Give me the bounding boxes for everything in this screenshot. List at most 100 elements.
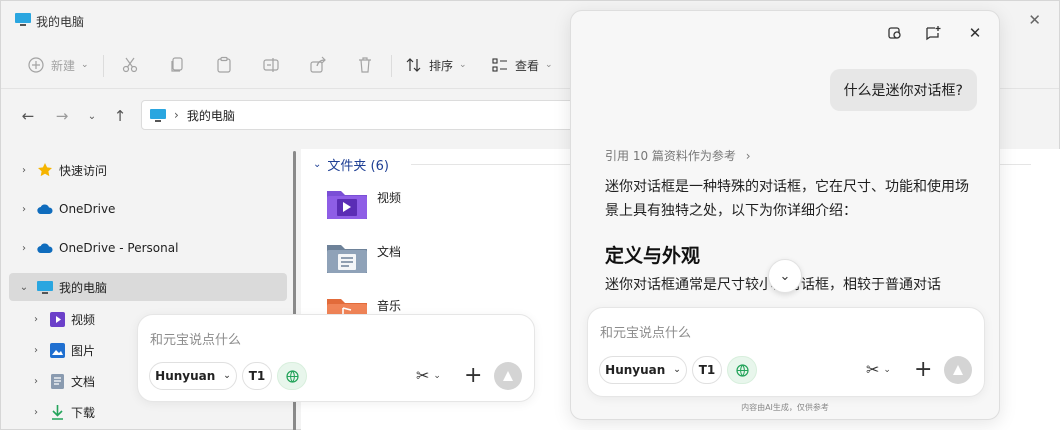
chevron-down-icon: ⌄	[81, 60, 89, 70]
model-selector[interactable]: Hunyuan ⌄	[599, 356, 687, 384]
window-close-icon[interactable]: ✕	[1028, 11, 1041, 29]
web-search-toggle[interactable]	[727, 356, 757, 384]
expand-chevron-icon[interactable]: ›	[17, 165, 31, 176]
delete-button[interactable]	[356, 53, 374, 77]
expand-chevron-icon[interactable]: ›	[29, 345, 43, 356]
video-icon	[49, 311, 65, 327]
group-title: 文件夹 (6)	[327, 159, 389, 174]
breadcrumb-chevron-icon: ›	[174, 108, 179, 122]
sidebar-item-this-pc[interactable]: ⌄ 我的电脑	[9, 273, 287, 301]
expand-chevron-icon[interactable]: ›	[17, 204, 31, 215]
answer-intro: 迷你对话框是一种特殊的对话框，它在尺寸、功能和使用场景上具有独特之处，以下为你详…	[605, 179, 969, 219]
screenshot-icon[interactable]	[885, 23, 905, 43]
paste-button[interactable]	[215, 53, 233, 77]
sort-icon	[406, 58, 421, 72]
copy-button[interactable]	[168, 53, 186, 77]
references-link[interactable]: 引用 10 篇资料作为参考 ›	[605, 147, 751, 164]
send-button[interactable]	[494, 362, 522, 390]
folder-documents[interactable]: 文档	[325, 239, 505, 279]
sidebar-item-label: 我的电脑	[59, 280, 108, 295]
recent-locations-chevron-icon[interactable]: ⌄	[81, 105, 103, 127]
references-text: 引用 10 篇资料作为参考	[605, 149, 736, 163]
view-button[interactable]: 查看 ⌄	[491, 53, 553, 77]
ai-disclaimer: 内容由AI生成，仅供参考	[741, 403, 829, 412]
scissors-icon: ✂	[416, 366, 430, 385]
share-button[interactable]	[309, 53, 327, 77]
up-arrow-icon[interactable]: ↑	[109, 105, 131, 127]
scroll-down-chevron-icon[interactable]: ⌄	[768, 259, 802, 293]
chevron-down-icon: ⌄	[883, 364, 891, 375]
cut-button[interactable]	[121, 53, 139, 77]
panel-chat-input-box[interactable]: 和元宝说点什么 Hunyuan ⌄ T1 ✂ ⌄ +	[587, 307, 985, 397]
divider	[103, 55, 104, 77]
expand-chevron-icon[interactable]: ›	[29, 407, 43, 418]
add-attachment-button[interactable]: +	[914, 357, 932, 382]
send-button[interactable]	[944, 356, 972, 384]
rename-button[interactable]	[262, 53, 280, 77]
globe-icon	[285, 369, 299, 383]
close-icon[interactable]: ✕	[965, 23, 985, 43]
window-title: 我的电脑	[36, 15, 85, 29]
sort-label: 排序	[429, 58, 454, 73]
sidebar-item-quick-access[interactable]: › 快速访问	[9, 156, 287, 184]
chat-panel: ✕ 什么是迷你对话框? 引用 10 篇资料作为参考 › 迷你对话框是一种特殊的对…	[570, 10, 1000, 420]
computer-icon	[150, 108, 166, 122]
t1-toggle[interactable]: T1	[242, 362, 272, 390]
picture-icon	[49, 342, 65, 358]
folder-videos[interactable]: 视频	[325, 185, 505, 225]
expand-chevron-icon[interactable]: ›	[29, 314, 43, 325]
answer-heading: 定义与外观	[605, 245, 701, 267]
sidebar-item-onedrive-personal[interactable]: › OneDrive - Personal	[9, 234, 287, 262]
folders-group-header[interactable]: ⌄ 文件夹 (6)	[313, 155, 389, 174]
folder-name: 视频	[377, 191, 402, 205]
sort-button[interactable]: 排序 ⌄	[405, 53, 467, 77]
send-arrow-icon	[953, 365, 963, 375]
sidebar-item-onedrive[interactable]: › OneDrive	[9, 195, 287, 223]
cloud-icon	[37, 201, 53, 217]
plus-icon: +	[464, 363, 483, 388]
chat-input-placeholder[interactable]: 和元宝说点什么	[600, 322, 691, 341]
plus-circle-icon	[28, 57, 44, 73]
sidebar-item-label: OneDrive - Personal	[59, 241, 179, 255]
add-attachment-button[interactable]: +	[464, 363, 482, 388]
t1-toggle[interactable]: T1	[692, 356, 722, 384]
model-selector[interactable]: Hunyuan ⌄	[149, 362, 237, 390]
folder-name: 音乐	[377, 299, 402, 313]
clipboard-icon	[217, 56, 231, 73]
chevron-down-icon: ⌄	[313, 159, 322, 170]
new-chat-icon[interactable]	[923, 23, 943, 43]
model-name: Hunyuan	[605, 363, 666, 377]
plus-icon: +	[914, 357, 933, 382]
chevron-down-icon: ⌄	[433, 370, 441, 381]
chat-input-placeholder[interactable]: 和元宝说点什么	[150, 329, 241, 348]
rename-icon	[263, 58, 279, 72]
folder-name: 文档	[377, 245, 402, 259]
chevron-down-icon: ⌄	[673, 365, 681, 375]
computer-icon	[15, 13, 31, 26]
sidebar-item-label: 快速访问	[59, 163, 108, 178]
scissors-icon	[122, 57, 138, 73]
screenshot-tool-button[interactable]: ✂ ⌄	[416, 366, 441, 385]
web-search-toggle[interactable]	[277, 362, 307, 390]
document-icon	[49, 373, 65, 389]
expand-chevron-icon[interactable]: ›	[29, 376, 43, 387]
chevron-right-icon: ›	[745, 149, 751, 163]
sidebar-item-label: 文档	[71, 374, 96, 389]
mini-chat-input-box[interactable]: 和元宝说点什么 Hunyuan ⌄ T1 ✂ ⌄ +	[137, 314, 535, 402]
new-button[interactable]: 新建 ⌄	[27, 53, 89, 77]
sidebar-item-label: OneDrive	[59, 202, 116, 216]
divider	[391, 55, 392, 77]
globe-icon	[735, 363, 749, 377]
expand-chevron-icon[interactable]: ›	[17, 243, 31, 254]
sidebar-item-downloads[interactable]: › 下载	[9, 398, 287, 426]
breadcrumb-current[interactable]: 我的电脑	[187, 107, 235, 124]
back-arrow-icon[interactable]: ←	[17, 105, 39, 127]
collapse-chevron-icon[interactable]: ⌄	[17, 282, 31, 293]
address-bar[interactable]: › 我的电脑	[141, 100, 581, 130]
view-list-icon	[492, 58, 507, 72]
forward-arrow-icon[interactable]: →	[51, 105, 73, 127]
video-folder-icon	[327, 191, 367, 219]
screenshot-tool-button[interactable]: ✂ ⌄	[866, 360, 891, 379]
model-name: Hunyuan	[155, 369, 216, 383]
chevron-down-icon: ⌄	[459, 60, 467, 70]
